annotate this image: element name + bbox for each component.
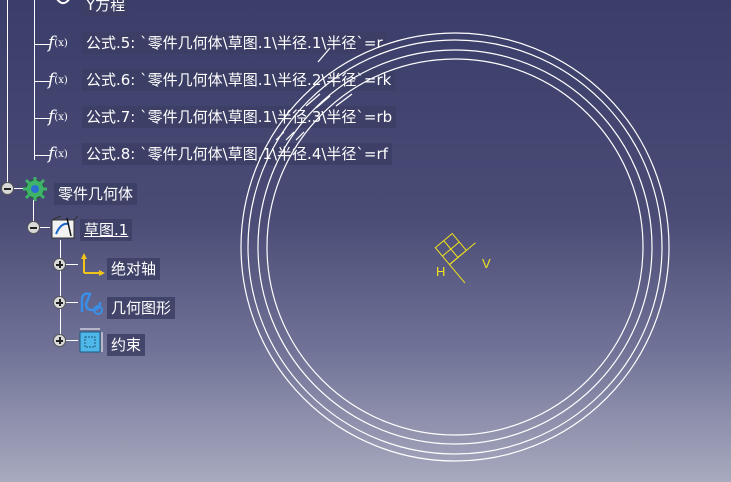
viewport-canvas[interactable]: H V bbox=[0, 0, 731, 482]
circle-rk bbox=[257, 49, 653, 445]
circle-r bbox=[266, 58, 644, 436]
circle-rf bbox=[240, 32, 670, 462]
axis-label-v: V bbox=[482, 256, 491, 271]
axis-label-h: H bbox=[436, 264, 445, 279]
sketch-circles bbox=[240, 32, 670, 462]
